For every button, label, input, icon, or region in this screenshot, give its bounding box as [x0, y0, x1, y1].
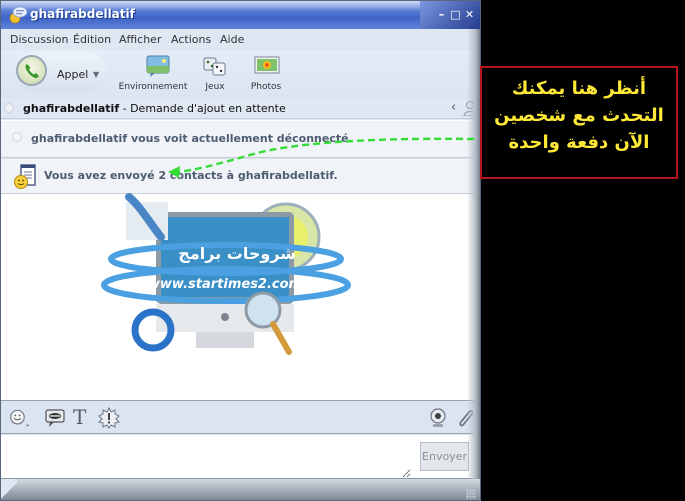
- maximize-button[interactable]: □: [450, 9, 461, 20]
- messenger-buddy-icon: [9, 6, 28, 24]
- window-bottom-border: [1, 479, 480, 500]
- conversation-history[interactable]: ghafirabdellatif vous voit actuellement …: [1, 120, 475, 400]
- send-button[interactable]: Envoyer: [420, 442, 469, 471]
- photos-button[interactable]: Photos: [248, 54, 284, 92]
- menu-discussion[interactable]: Discussion: [10, 33, 69, 46]
- contact-name: ghafirabdellatif: [23, 102, 120, 115]
- menu-afficher[interactable]: Afficher: [119, 33, 161, 46]
- menu-edition[interactable]: Édition: [73, 33, 111, 46]
- nudge-icon[interactable]: [98, 407, 120, 429]
- screenshot-stage: ghafirabdellatif – □ ✕ Discussion Éditio…: [0, 0, 685, 501]
- offline-notice-text: ghafirabdellatif vous voit actuellement …: [31, 132, 353, 145]
- games-dice-icon: [203, 57, 226, 76]
- formatting-toolbar: T: [1, 400, 475, 434]
- resize-grip[interactable]: [466, 489, 476, 499]
- games-label: Jeux: [205, 82, 225, 92]
- call-button[interactable]: Appel ▼: [14, 52, 107, 92]
- contact-card-icon: [14, 164, 36, 189]
- photos-icon: [254, 56, 280, 74]
- contacts-sent-notice-text: Vous avez envoyé 2 contacts à ghafirabde…: [44, 169, 338, 182]
- emoticon-icon[interactable]: [9, 407, 31, 429]
- webcam-icon[interactable]: [427, 407, 449, 429]
- message-compose-area: Envoyer: [1, 435, 475, 479]
- environment-icon: [146, 55, 177, 77]
- photos-label: Photos: [250, 82, 282, 92]
- startimes-watermark-image: شروحات برامج www.startimes2.com: [101, 193, 351, 355]
- contact-status-icon: [4, 103, 14, 113]
- font-icon[interactable]: T: [73, 405, 95, 429]
- phone-icon: [25, 64, 39, 79]
- title-bar[interactable]: ghafirabdellatif – □ ✕: [1, 1, 480, 29]
- environment-label: Environnement: [118, 82, 188, 92]
- minimize-button[interactable]: –: [436, 9, 447, 20]
- offline-notice: ghafirabdellatif vous voit actuellement …: [1, 121, 475, 158]
- bottom-left-corner: [1, 479, 17, 500]
- annotation-text: أنظر هنا يمكنك التحدث مع شخصين الآن دفعة…: [494, 78, 664, 153]
- close-button[interactable]: ✕: [464, 9, 475, 20]
- environment-button[interactable]: Environnement: [117, 54, 189, 92]
- window-title: ghafirabdellatif: [30, 7, 135, 21]
- message-input[interactable]: [1, 435, 411, 478]
- messenger-window: ghafirabdellatif – □ ✕ Discussion Éditio…: [0, 0, 481, 501]
- call-circle: [16, 55, 47, 86]
- window-right-edge: [467, 29, 480, 479]
- offline-status-icon: [12, 132, 22, 142]
- menu-actions[interactable]: Actions: [171, 33, 211, 46]
- contact-status-text: - Demande d'ajout en attente: [119, 102, 286, 115]
- voice-clip-icon[interactable]: [44, 407, 66, 429]
- call-dropdown-icon[interactable]: ▼: [93, 70, 99, 79]
- watermark-arabic-text: شروحات برامج: [178, 244, 296, 263]
- watermark-monitor-stand: [196, 332, 254, 348]
- watermark-apple-logo: [221, 313, 229, 321]
- menu-aide[interactable]: Aide: [220, 33, 244, 46]
- games-button[interactable]: Jeux: [198, 54, 232, 92]
- watermark-url: www.startimes2.com: [148, 277, 302, 292]
- toolbar: Appel ▼ Environnement Jeux Photos: [1, 50, 480, 98]
- collapse-chevron-icon[interactable]: ‹: [451, 100, 456, 115]
- call-label: Appel: [57, 68, 89, 81]
- menu-bar: Discussion Édition Afficher Actions Aide: [1, 30, 480, 50]
- contact-bar: ghafirabdellatif - Demande d'ajout en at…: [1, 98, 480, 119]
- annotation-box: أنظر هنا يمكنك التحدث مع شخصين الآن دفعة…: [480, 66, 678, 179]
- contact-header[interactable]: ghafirabdellatif - Demande d'ajout en at…: [23, 102, 286, 115]
